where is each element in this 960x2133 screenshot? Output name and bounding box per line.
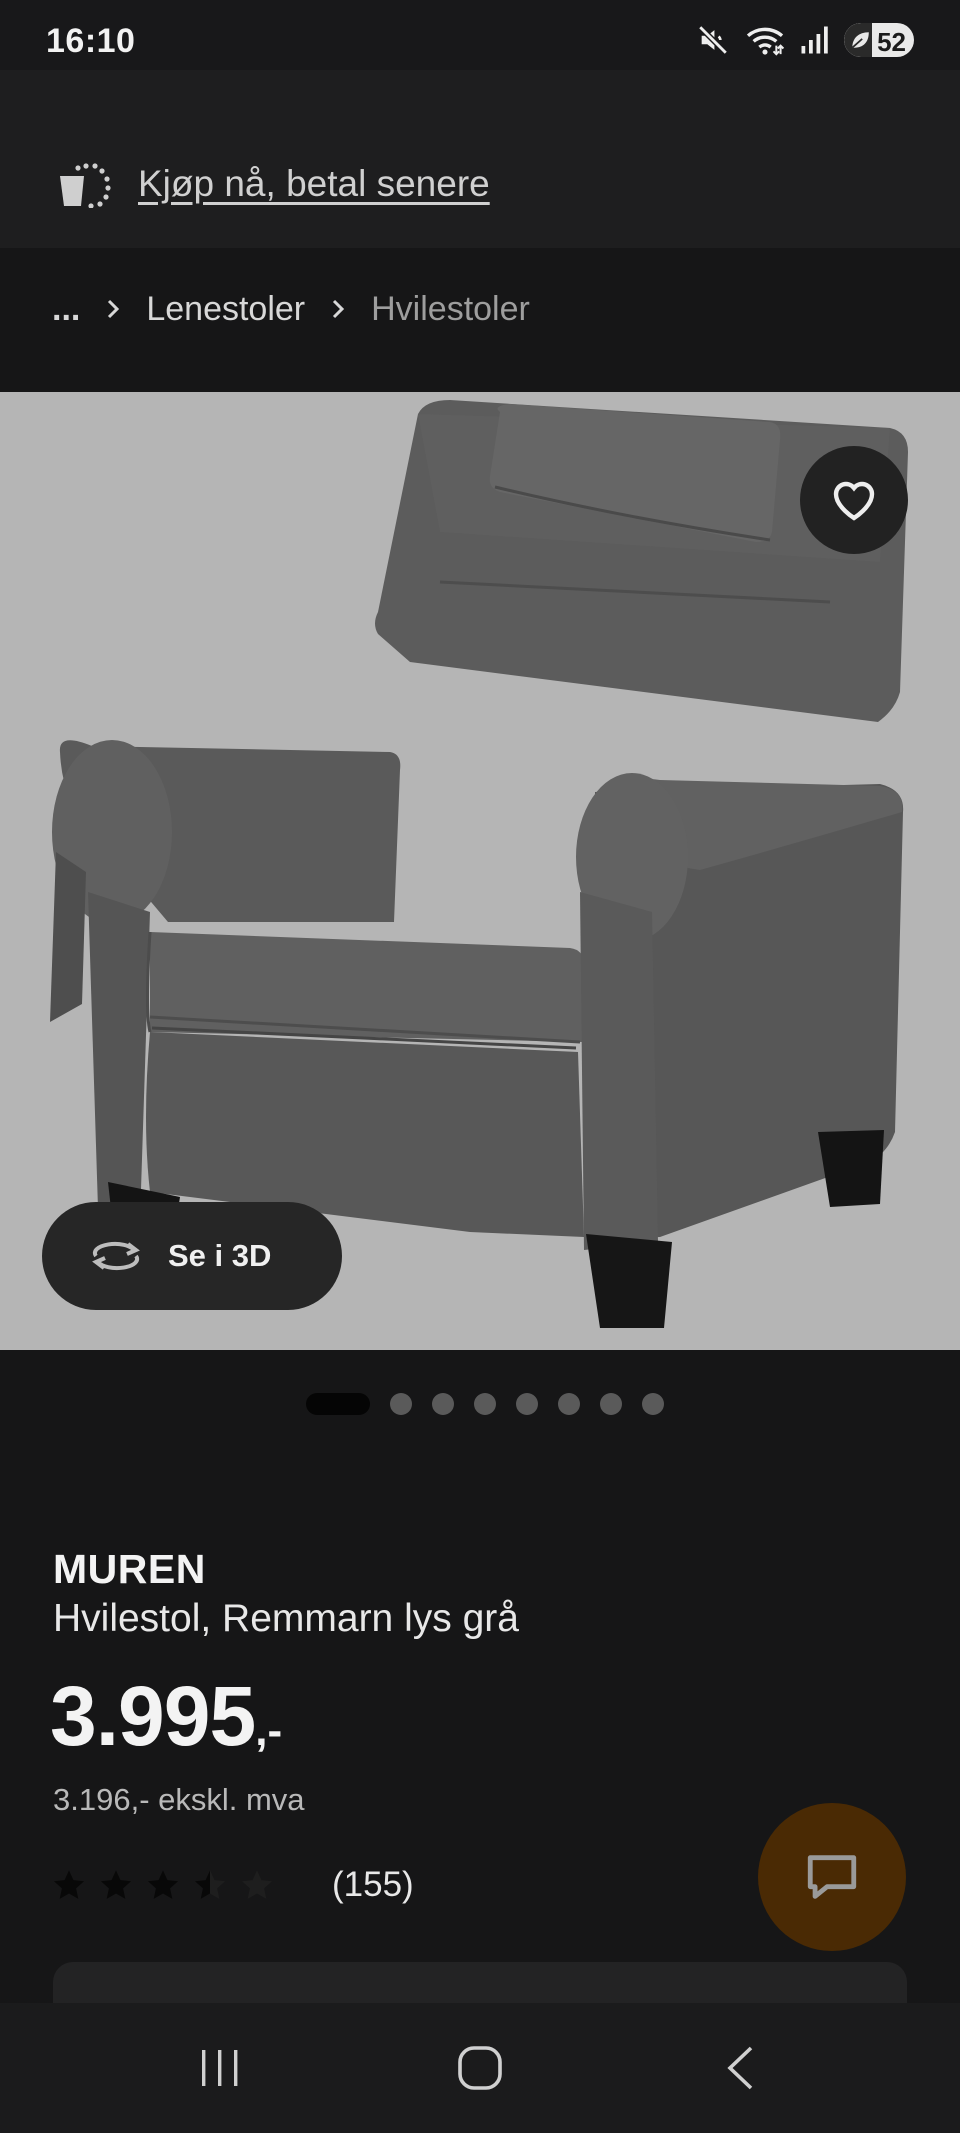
signal-icon — [801, 26, 828, 54]
price-value: 3.995 — [50, 1669, 256, 1763]
breadcrumb-item-lenestoler[interactable]: Lenestoler — [146, 290, 305, 329]
carousel-dot[interactable] — [306, 1393, 370, 1415]
status-time: 16:10 — [46, 22, 136, 60]
breadcrumb: ... Lenestoler Hvilestoler — [0, 248, 960, 392]
promo-link[interactable]: Kjøp nå, betal senere — [138, 163, 490, 205]
back-button[interactable] — [680, 2018, 800, 2118]
carousel-dot[interactable] — [642, 1393, 664, 1415]
rotate-3d-icon — [92, 1241, 140, 1271]
system-nav-bar — [0, 2003, 960, 2133]
recent-apps-icon — [202, 2050, 238, 2086]
view-3d-button[interactable]: Se i 3D — [42, 1202, 342, 1310]
installment-bag-icon — [60, 163, 111, 208]
product-image-gallery[interactable]: Se i 3D — [0, 392, 960, 1350]
mute-icon — [698, 25, 728, 55]
carousel-dot[interactable] — [474, 1393, 496, 1415]
heart-icon — [833, 481, 875, 521]
view-3d-label: Se i 3D — [168, 1238, 272, 1273]
star-icon — [100, 1870, 132, 1899]
status-bar: 16:10 52 — [0, 0, 960, 70]
chevron-right-icon — [331, 298, 345, 320]
price-ex-vat: 3.196,- ekskl. mva — [53, 1782, 305, 1817]
price-suffix: ,- — [255, 1706, 283, 1755]
chat-bubble-icon — [807, 1855, 857, 1899]
carousel-dot[interactable] — [600, 1393, 622, 1415]
home-button[interactable] — [420, 2018, 540, 2118]
status-icons: 52 — [696, 22, 914, 58]
chevron-right-icon — [106, 298, 120, 320]
chat-button[interactable] — [758, 1803, 906, 1951]
breadcrumb-item-hvilestoler[interactable]: Hvilestoler — [371, 290, 530, 329]
rating-stars — [52, 1869, 274, 1901]
back-icon — [727, 2046, 753, 2090]
carousel-dots — [0, 1393, 960, 1415]
product-brand: MUREN — [53, 1546, 206, 1592]
recent-apps-button[interactable] — [160, 2018, 280, 2118]
carousel-dot[interactable] — [432, 1393, 454, 1415]
carousel-dot[interactable] — [390, 1393, 412, 1415]
product-price: 3.995,- — [50, 1668, 282, 1765]
promo-banner: Kjøp nå, betal senere — [0, 70, 960, 248]
battery-level: 52 — [877, 27, 906, 57]
product-rating[interactable]: (155) — [52, 1865, 414, 1905]
star-icon — [147, 1870, 179, 1899]
product-description: Hvilestol, Remmarn lys grå — [53, 1597, 519, 1640]
rating-count: (155) — [332, 1865, 414, 1904]
star-icon — [53, 1870, 85, 1899]
breadcrumb-ellipsis[interactable]: ... — [52, 290, 80, 329]
star-half-icon — [194, 1870, 226, 1899]
carousel-dot[interactable] — [516, 1393, 538, 1415]
eco-leaf-icon — [851, 32, 869, 49]
carousel-dot[interactable] — [558, 1393, 580, 1415]
wifi-icon — [746, 27, 785, 56]
home-icon — [458, 2046, 502, 2090]
battery-icon: 52 — [844, 23, 914, 57]
star-empty-icon — [241, 1870, 273, 1899]
favorite-button[interactable] — [800, 446, 908, 554]
